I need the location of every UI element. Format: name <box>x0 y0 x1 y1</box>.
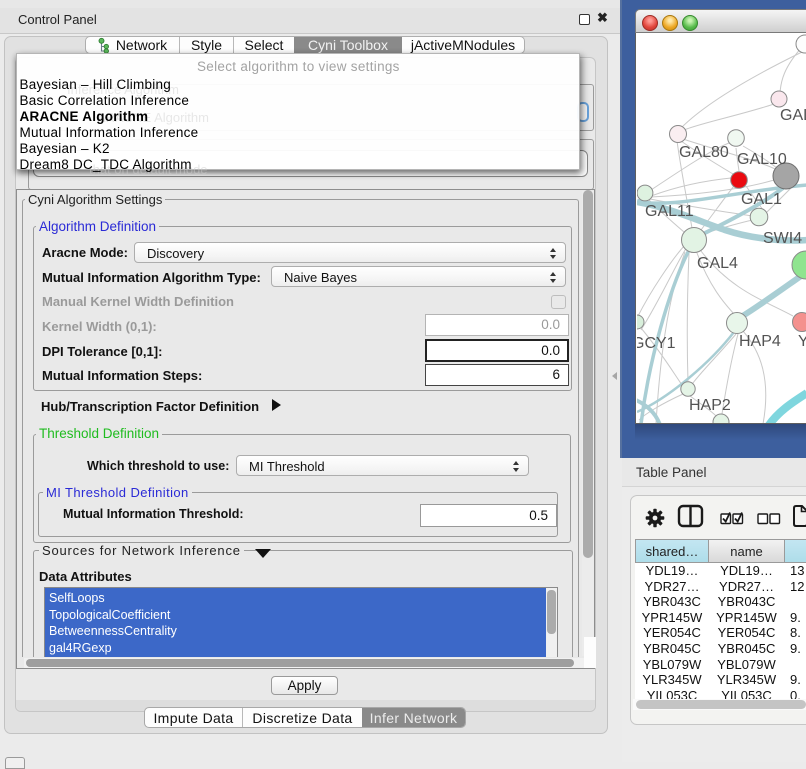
svg-text:GAL10: GAL10 <box>737 151 787 168</box>
svg-text:GAL: GAL <box>780 107 806 124</box>
svg-text:HAP2: HAP2 <box>689 397 731 414</box>
svg-text:GAL11: GAL11 <box>645 203 694 220</box>
svg-text:Y: Y <box>798 333 806 350</box>
svg-text:GCY1: GCY1 <box>637 335 676 352</box>
svg-text:SWI4: SWI4 <box>763 230 802 247</box>
svg-text:GAL80: GAL80 <box>679 144 729 161</box>
svg-text:GAL1: GAL1 <box>741 191 782 208</box>
svg-text:GAL4: GAL4 <box>697 255 738 272</box>
svg-text:HAP4: HAP4 <box>739 333 781 350</box>
